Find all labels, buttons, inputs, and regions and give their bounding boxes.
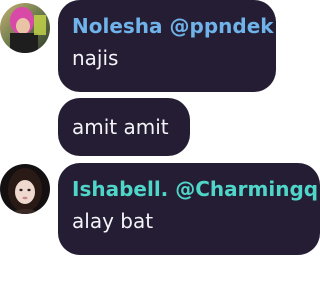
message-text: alay bat	[72, 209, 154, 233]
user-photo-avatar	[0, 3, 50, 53]
message-bubble-1[interactable]: Nolesha @ppndek najis	[58, 0, 276, 92]
user-photo-avatar	[0, 164, 50, 214]
avatar-ishabell[interactable]	[0, 164, 50, 214]
message-author[interactable]: Nolesha @ppndek	[72, 12, 274, 40]
message-bubble-2[interactable]: amit amit	[58, 98, 190, 156]
message-author[interactable]: Ishabell. @Charmingq	[72, 175, 318, 203]
message-text: najis	[72, 46, 119, 70]
message-text: amit amit	[72, 115, 169, 139]
chat-message-list: Nolesha @ppndek najis amit amit Ishabell…	[0, 0, 320, 307]
avatar-nolesha[interactable]	[0, 3, 50, 53]
message-bubble-3[interactable]: Ishabell. @Charmingq alay bat	[58, 163, 320, 255]
